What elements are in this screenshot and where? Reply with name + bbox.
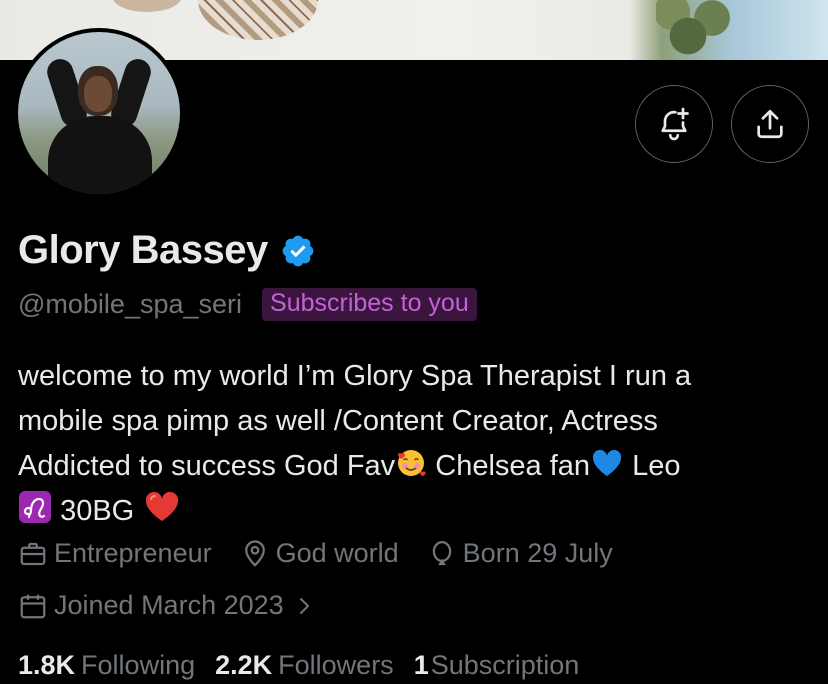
subscription-stat[interactable]: 1Subscription xyxy=(414,650,580,681)
following-count: 1.8K xyxy=(18,650,76,680)
balloon-icon xyxy=(432,540,451,565)
followers-stat[interactable]: 2.2K Followers xyxy=(215,650,394,681)
bio-line: Addicted to success God Fav Chelsea fan … xyxy=(18,444,818,489)
profile-stats: 1.8K Following 2.2K Followers 1Subscriptio… xyxy=(18,650,599,681)
location-text: God world xyxy=(275,538,399,568)
bio-text: 30BG xyxy=(60,495,135,527)
subscription-count: 1 xyxy=(413,650,429,680)
banner-decor xyxy=(656,0,736,60)
following-label: Following xyxy=(81,650,196,680)
bio-text: Addicted to success God Fav xyxy=(18,450,396,482)
location-item: God world xyxy=(240,538,399,569)
bio-line: welcome to my world I’m Glory Spa Therap… xyxy=(18,360,692,392)
share-button[interactable] xyxy=(731,85,809,163)
birthday-text: Born 29 July xyxy=(462,538,613,568)
profile-bio: welcome to my world I’m Glory Spa Therap… xyxy=(18,354,818,534)
birthday-item: Born 29 July xyxy=(427,538,613,569)
profession-text: Entrepreneur xyxy=(54,538,212,568)
joined-text: Joined March 2023 xyxy=(54,590,284,620)
bio-line: mobile spa pimp as well /Content Creator… xyxy=(18,405,658,437)
location-pin-icon xyxy=(244,539,265,567)
bell-plus-icon xyxy=(661,107,689,141)
chevron-right-icon xyxy=(299,597,309,614)
joined-item[interactable]: Joined March 2023 xyxy=(18,590,322,621)
profile-name-row: Glory Bassey xyxy=(18,228,316,273)
bio-text: Chelsea fan xyxy=(427,450,591,482)
handle-row: @mobile_spa_seri Subscribes to you xyxy=(18,288,477,321)
avatar-photo xyxy=(18,32,180,194)
avatar[interactable] xyxy=(14,28,184,198)
bio-line: 30BG xyxy=(18,489,818,534)
profile-meta-row: Entrepreneur God world Born 29 July xyxy=(18,538,641,569)
subscribes-to-you-badge: Subscribes to you xyxy=(262,288,477,321)
red-heart-emoji-icon xyxy=(146,491,179,521)
blue-heart-emoji-icon xyxy=(592,449,622,476)
username-handle: @mobile_spa_seri xyxy=(18,289,243,319)
verified-badge-icon[interactable] xyxy=(280,233,316,269)
profession-item[interactable]: Entrepreneur xyxy=(18,538,212,569)
followers-count: 2.2K xyxy=(215,650,273,680)
following-stat[interactable]: 1.8K Following xyxy=(18,650,195,681)
bio-text: Leo xyxy=(624,450,681,482)
smiling-face-hearts-emoji-icon xyxy=(398,450,426,477)
followers-label: Followers xyxy=(278,650,394,680)
share-icon xyxy=(757,109,783,139)
subscription-label: Subscription xyxy=(430,650,580,680)
briefcase-icon xyxy=(20,542,46,565)
notify-button[interactable] xyxy=(635,85,713,163)
joined-row[interactable]: Joined March 2023 xyxy=(18,590,350,621)
banner-decor xyxy=(112,0,182,12)
leo-zodiac-emoji-icon xyxy=(19,491,51,523)
calendar-icon xyxy=(20,594,46,618)
banner-decor xyxy=(198,0,318,40)
display-name: Glory Bassey xyxy=(18,228,268,272)
